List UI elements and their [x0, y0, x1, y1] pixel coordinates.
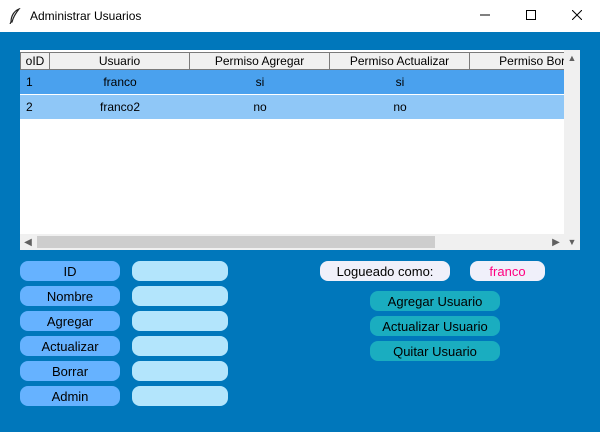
agregar-button[interactable]: Agregar — [20, 311, 120, 331]
vertical-scrollbar[interactable]: ▲ ▼ — [564, 50, 580, 250]
column-header-id[interactable]: oID — [20, 52, 50, 70]
id-field[interactable] — [132, 261, 228, 281]
column-header-usuario[interactable]: Usuario — [50, 52, 190, 70]
feather-icon — [8, 7, 22, 25]
cell-id: 1 — [26, 75, 33, 89]
cell-permiso-actualizar: si — [395, 75, 405, 89]
minimize-button[interactable] — [462, 0, 508, 32]
users-table[interactable]: oID Usuario Permiso Agregar Permiso Actu… — [20, 50, 580, 250]
close-icon — [571, 7, 583, 25]
horizontal-scroll-thumb[interactable] — [37, 236, 435, 248]
actualizar-button[interactable]: Actualizar — [20, 336, 120, 356]
horizontal-scrollbar[interactable]: ◀ ▶ — [20, 234, 564, 250]
add-user-button[interactable]: Agregar Usuario — [370, 291, 500, 311]
scroll-up-icon[interactable]: ▲ — [564, 50, 580, 66]
scroll-left-icon[interactable]: ◀ — [20, 234, 36, 250]
maximize-button[interactable] — [508, 0, 554, 32]
cell-permiso-borrar: no — [470, 95, 564, 119]
scroll-right-icon[interactable]: ▶ — [548, 234, 564, 250]
admin-field[interactable] — [132, 386, 228, 406]
column-header-permiso-borrar[interactable]: Permiso Borrar — [470, 52, 564, 70]
close-button[interactable] — [554, 0, 600, 32]
nombre-button[interactable]: Nombre — [20, 286, 120, 306]
cell-permiso-actualizar: no — [393, 100, 407, 114]
table-row[interactable]: 1 franco si si si — [20, 70, 564, 94]
update-user-button[interactable]: Actualizar Usuario — [370, 316, 500, 336]
cell-permiso-borrar: si — [470, 70, 564, 94]
column-header-permiso-actualizar[interactable]: Permiso Actualizar — [330, 52, 470, 70]
id-button[interactable]: ID — [20, 261, 120, 281]
borrar-field[interactable] — [132, 361, 228, 381]
cell-permiso-agregar: si — [255, 75, 265, 89]
actualizar-field[interactable] — [132, 336, 228, 356]
scroll-down-icon[interactable]: ▼ — [564, 234, 580, 250]
logged-in-label: Logueado como: — [320, 261, 450, 281]
minimize-icon — [480, 7, 490, 25]
admin-button[interactable]: Admin — [20, 386, 120, 406]
table-row[interactable]: 2 franco2 no no no — [20, 95, 564, 119]
table-header: oID Usuario Permiso Agregar Permiso Actu… — [20, 52, 564, 70]
cell-permiso-agregar: no — [253, 100, 267, 114]
table-viewport: oID Usuario Permiso Agregar Permiso Actu… — [20, 50, 564, 234]
remove-user-button[interactable]: Quitar Usuario — [370, 341, 500, 361]
maximize-icon — [526, 7, 536, 25]
title-bar: Administrar Usuarios — [0, 0, 600, 32]
cell-usuario: franco — [103, 75, 137, 89]
window-title: Administrar Usuarios — [30, 9, 142, 23]
logged-in-user: franco — [470, 261, 545, 281]
borrar-button[interactable]: Borrar — [20, 361, 120, 381]
nombre-field[interactable] — [132, 286, 228, 306]
cell-usuario: franco2 — [99, 100, 141, 114]
cell-id: 2 — [26, 100, 33, 114]
agregar-field[interactable] — [132, 311, 228, 331]
column-header-permiso-agregar[interactable]: Permiso Agregar — [190, 52, 330, 70]
